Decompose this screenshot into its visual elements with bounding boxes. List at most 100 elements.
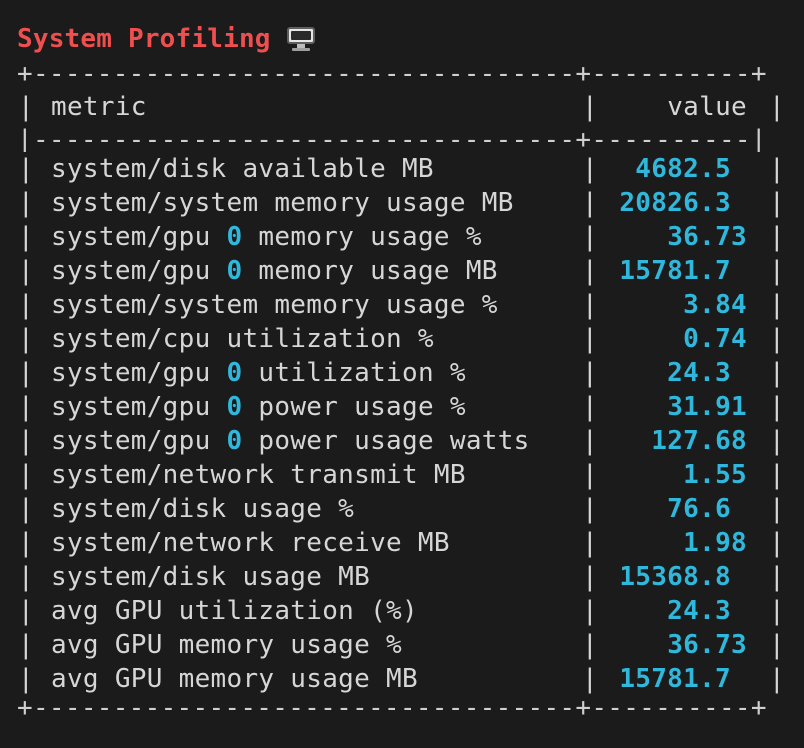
- table-row: | system/gpu 0 memory usage % | 36.73 |: [17, 220, 787, 254]
- gpu-index: 0: [226, 426, 243, 456]
- metric-prefix: avg GPU memory usage MB: [51, 664, 418, 694]
- metric-name: system/system memory usage %: [51, 288, 498, 322]
- table-pipe: |: [582, 222, 598, 252]
- metrics-table: +----------------------------------+----…: [17, 62, 787, 720]
- table-pipe: |: [18, 392, 34, 422]
- table-pipe: |: [582, 664, 598, 694]
- table-pipe: |: [769, 358, 785, 388]
- table-row: | system/disk usage % | 76.6 |: [17, 492, 787, 526]
- table-pipe: |: [769, 290, 785, 320]
- table-pipe: |: [18, 256, 34, 286]
- table-pipe: |: [18, 528, 34, 558]
- metric-name: system/network receive MB: [51, 526, 450, 560]
- metric-name: system/system memory usage MB: [51, 186, 514, 220]
- metric-name: system/disk usage MB: [51, 560, 370, 594]
- metric-prefix: system/network receive MB: [51, 528, 450, 558]
- table-pipe: |: [582, 324, 598, 354]
- table-row: | system/gpu 0 utilization % | 24.3 |: [17, 356, 787, 390]
- desktop-computer-icon: [285, 26, 317, 52]
- table-row: | system/gpu 0 memory usage MB | 15781.7 |: [17, 254, 787, 288]
- metric-suffix: memory usage MB: [242, 256, 498, 286]
- metric-prefix: system/disk available MB: [51, 154, 434, 184]
- table-pipe: |: [18, 460, 34, 490]
- metric-value: 15781.7: [619, 256, 731, 286]
- metric-prefix: avg GPU utilization (%): [51, 596, 418, 626]
- table-pipe: |: [769, 222, 785, 252]
- table-pipe: |: [18, 324, 34, 354]
- metric-value: 36.73: [667, 222, 747, 252]
- gpu-index: 0: [226, 358, 243, 388]
- table-pipe: |: [18, 358, 34, 388]
- table-pipe: |: [18, 188, 34, 218]
- metric-prefix: system/network transmit MB: [51, 460, 466, 490]
- table-pipe: |: [769, 562, 785, 592]
- table-pipe: |: [582, 256, 598, 286]
- table-pipe: |: [769, 630, 785, 660]
- table-pipe: |: [582, 528, 598, 558]
- table-body: | system/disk available MB | 4682.5 | | system…: [17, 152, 787, 696]
- metric-suffix: power usage %: [242, 392, 466, 422]
- table-pipe: |: [582, 460, 598, 490]
- metric-value: 1.98: [683, 528, 747, 558]
- table-pipe: |: [18, 154, 34, 184]
- table-row: | system/gpu 0 power usage watts | 127.68 |: [17, 424, 787, 458]
- section-title-text: System Profiling: [17, 24, 271, 54]
- metric-prefix: system/gpu: [51, 426, 227, 456]
- metric-prefix: system/gpu: [51, 392, 227, 422]
- table-pipe: |: [769, 664, 785, 694]
- table-pipe: |: [769, 392, 785, 422]
- metric-suffix: memory usage %: [242, 222, 482, 252]
- metric-name: avg GPU utilization (%): [51, 594, 418, 628]
- table-pipe: |: [769, 426, 785, 456]
- metric-suffix: utilization %: [242, 358, 466, 388]
- table-pipe: |: [769, 256, 785, 286]
- table-row: | system/network transmit MB | 1.55 |: [17, 458, 787, 492]
- metric-value: 15781.7: [619, 664, 731, 694]
- metric-prefix: system/disk usage MB: [51, 562, 371, 592]
- metric-name: system/gpu 0 memory usage %: [51, 220, 482, 254]
- table-pipe: |: [582, 426, 598, 456]
- table-pipe: |: [769, 460, 785, 490]
- table-row: | system/disk usage MB | 15368.8 |: [17, 560, 787, 594]
- metric-value: 127.68: [651, 426, 747, 456]
- metric-value: 36.73: [667, 630, 747, 660]
- table-row: | system/system memory usage % | 3.84 |: [17, 288, 787, 322]
- metric-name: system/gpu 0 power usage watts: [51, 424, 530, 458]
- table-pipe: |: [18, 494, 34, 524]
- metric-value: 15368.8: [619, 562, 731, 592]
- table-border-bottom: +----------------------------------+----…: [17, 696, 767, 720]
- metric-prefix: system/gpu: [51, 358, 227, 388]
- metric-prefix: system/system memory usage %: [51, 290, 498, 320]
- metric-name: system/gpu 0 power usage %: [51, 390, 466, 424]
- table-row: | system/gpu 0 power usage % | 31.91 |: [17, 390, 787, 424]
- metric-prefix: system/disk usage %: [51, 494, 355, 524]
- gpu-index: 0: [226, 392, 243, 422]
- table-pipe: |: [18, 630, 34, 660]
- table-pipe: |: [18, 596, 34, 626]
- table-pipe: |: [18, 664, 34, 694]
- metric-value: 3.84: [683, 290, 747, 320]
- metric-value: 20826.3: [619, 188, 731, 218]
- column-header-metric: metric: [51, 92, 147, 122]
- metric-value: 4682.5: [635, 154, 731, 184]
- table-row: | system/system memory usage MB | 20826.3 |: [17, 186, 787, 220]
- terminal-output: System Profiling +----------------------…: [17, 22, 787, 732]
- metric-value: 76.6: [667, 494, 731, 524]
- metric-name: system/disk available MB: [51, 152, 434, 186]
- table-pipe: |: [18, 92, 34, 122]
- table-pipe: |: [582, 154, 598, 184]
- table-row: | system/disk available MB | 4682.5 |: [17, 152, 787, 186]
- table-pipe: |: [18, 562, 34, 592]
- metric-name: system/network transmit MB: [51, 458, 466, 492]
- table-row: | avg GPU memory usage % | 36.73 |: [17, 628, 787, 662]
- metric-name: avg GPU memory usage %: [51, 628, 402, 662]
- table-pipe: |: [769, 494, 785, 524]
- table-pipe: |: [18, 222, 34, 252]
- metric-name: system/cpu utilization %: [51, 322, 434, 356]
- metric-name: system/gpu 0 memory usage MB: [51, 254, 498, 288]
- metric-value: 0.74: [683, 324, 747, 354]
- table-pipe: |: [582, 630, 598, 660]
- table-pipe: |: [582, 290, 598, 320]
- metric-prefix: system/system memory usage MB: [51, 188, 514, 218]
- metric-prefix: system/gpu: [51, 222, 227, 252]
